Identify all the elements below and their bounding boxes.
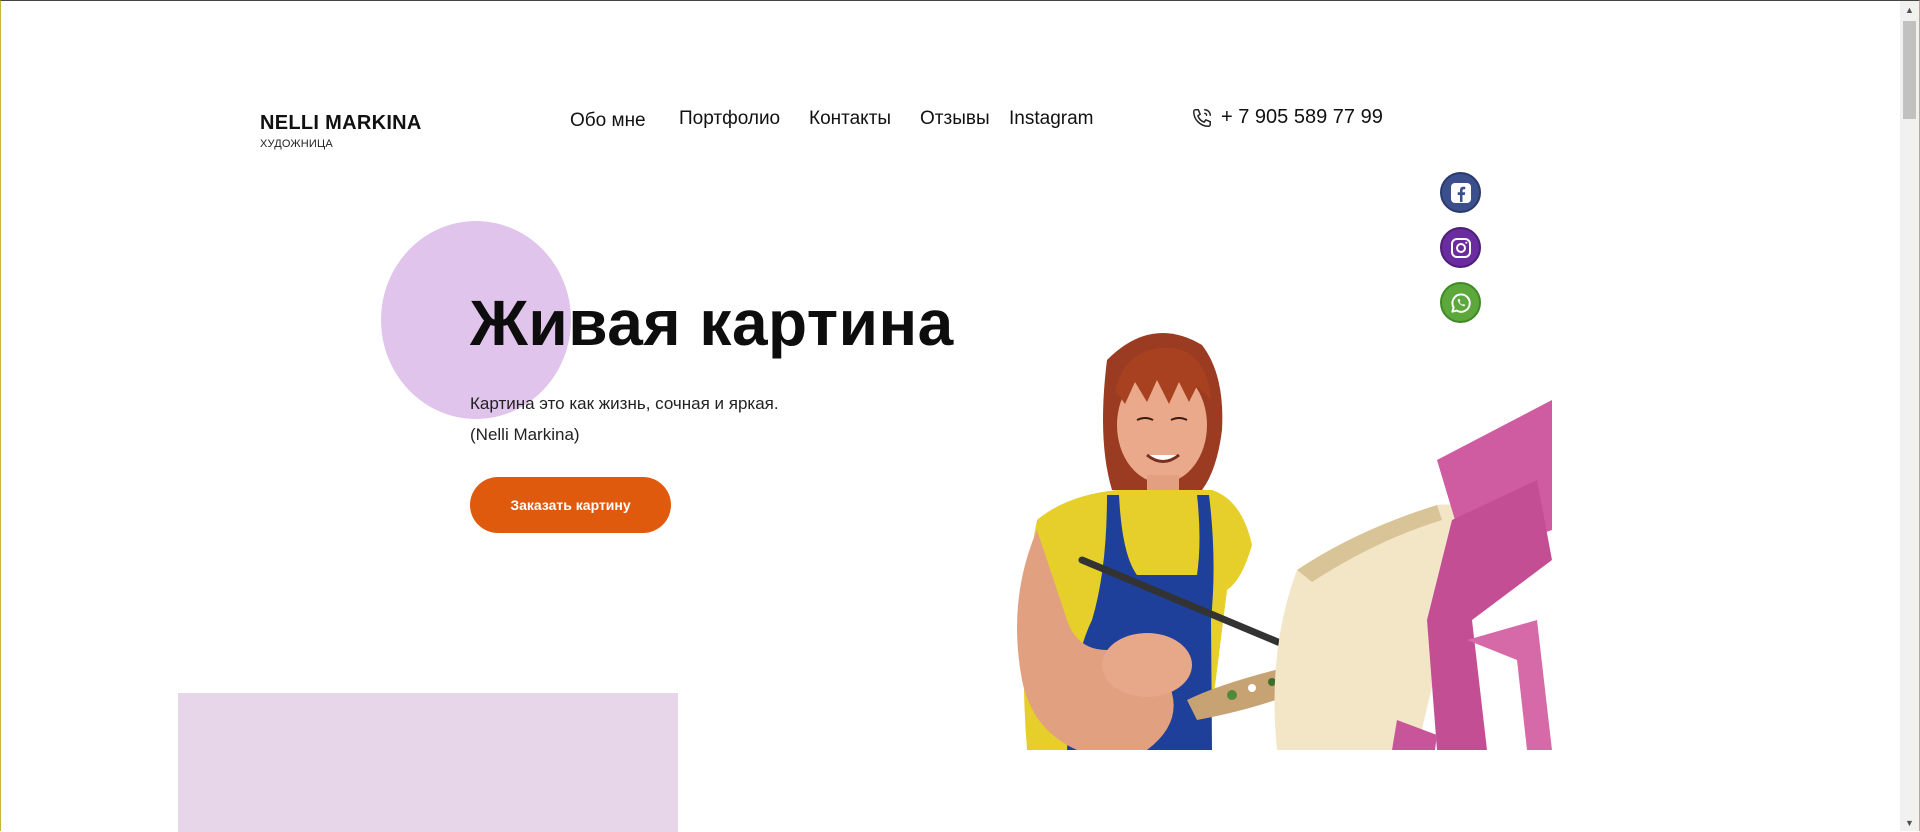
nav-item-portfolio[interactable]: Портфолио [679, 108, 780, 130]
logo-name: NELLI MARKINA [260, 112, 422, 134]
logo[interactable]: NELLI MARKINA ХУДОЖНИЦА [260, 112, 422, 150]
nav-item-reviews[interactable]: Отзывы [920, 108, 990, 130]
scroll-thumb[interactable] [1903, 21, 1916, 119]
scroll-up-button[interactable]: ▲ [1900, 1, 1919, 18]
nav-item-instagram[interactable]: Instagram [1009, 108, 1093, 130]
artist-photo [997, 320, 1552, 750]
scroll-down-button[interactable]: ▼ [1900, 814, 1919, 831]
hero-quote-text: Картина это как жизнь, сочная и яркая. [470, 394, 779, 413]
nav-item-about[interactable]: Обо мне [570, 110, 646, 132]
phone-number: + 7 905 589 77 99 [1221, 106, 1383, 128]
phone-icon [1191, 107, 1213, 129]
phone-link[interactable]: + 7 905 589 77 99 [1191, 106, 1383, 129]
hero-title: Живая картина [470, 287, 954, 359]
order-painting-button[interactable]: Заказать картину [470, 477, 671, 533]
nav-item-contacts[interactable]: Контакты [809, 108, 891, 130]
decorative-block [178, 693, 678, 832]
vertical-scrollbar[interactable]: ▲ ▼ [1900, 1, 1919, 831]
whatsapp-icon[interactable] [1440, 282, 1481, 323]
page: NELLI MARKINA ХУДОЖНИЦА Обо мне Портфоли… [2, 2, 1897, 832]
instagram-icon[interactable] [1440, 227, 1481, 268]
facebook-icon[interactable] [1440, 172, 1481, 213]
logo-subtitle: ХУДОЖНИЦА [260, 138, 333, 150]
hero-quote: Картина это как жизнь, сочная и яркая. (… [470, 388, 779, 450]
hero-quote-author: (Nelli Markina) [470, 425, 580, 444]
